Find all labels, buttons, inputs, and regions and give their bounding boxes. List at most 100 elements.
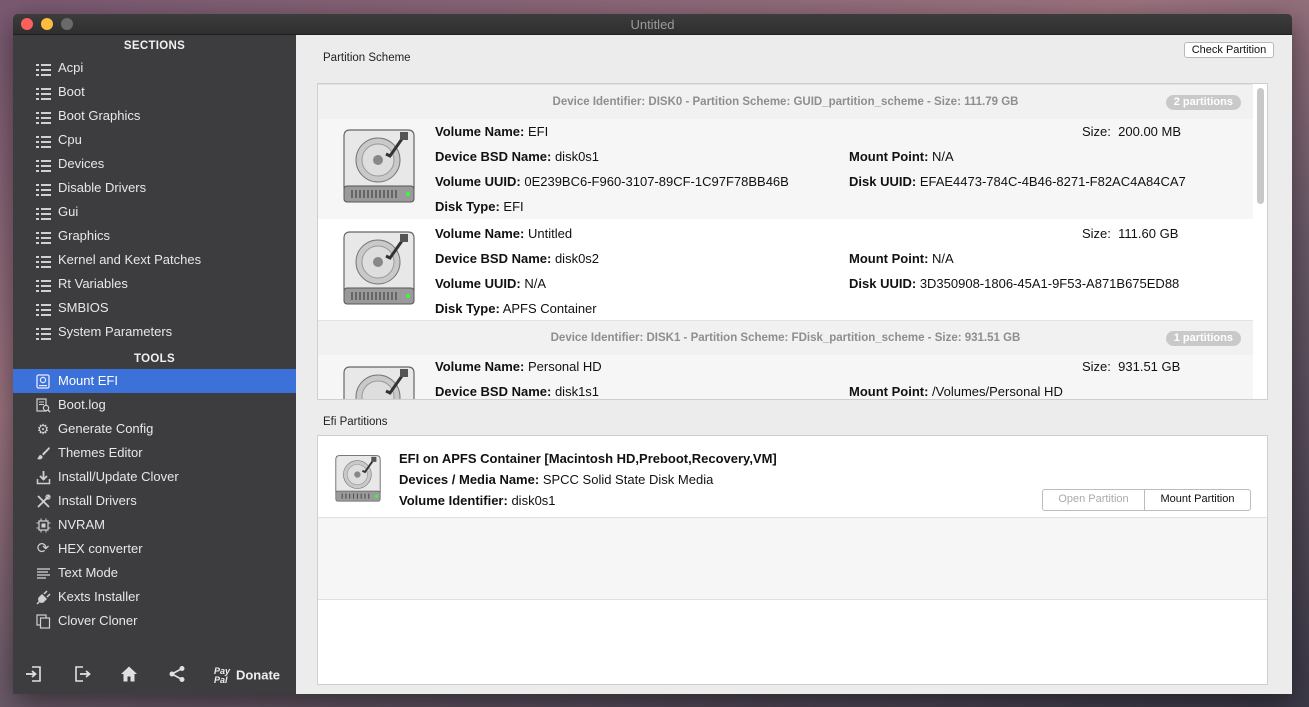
mount-partition-button[interactable]: Mount Partition — [1145, 493, 1250, 505]
sidebar-item-rt-variables[interactable]: Rt Variables — [13, 272, 296, 296]
volume-name-label: Volume Name: — [435, 359, 525, 374]
sidebar-item-label: Generate Config — [58, 421, 154, 436]
sidebar-item-gui[interactable]: Gui — [13, 200, 296, 224]
partition-scheme-list[interactable]: Device Identifier: DISK0 - Partition Sch… — [317, 83, 1268, 400]
sidebar-item-devices[interactable]: Devices — [13, 152, 296, 176]
disk-icon — [34, 369, 52, 393]
efi-partitions-list[interactable]: EFI on APFS Container [Macintosh HD,Preb… — [317, 435, 1268, 685]
volume-name-value: EFI — [527, 124, 549, 139]
vertical-scrollbar[interactable] — [1257, 88, 1264, 204]
sidebar-item-label: Kernel and Kext Patches — [58, 252, 202, 267]
efi-partition-row[interactable]: EFI on APFS Container [Macintosh HD,Preb… — [318, 436, 1267, 517]
sidebar-item-label: Acpi — [58, 60, 84, 75]
sidebar-item-kexts-installer[interactable]: Kexts Installer — [13, 585, 296, 609]
efi-partitions-label: Efi Partitions — [323, 416, 388, 428]
check-partition-button[interactable]: Check Partition — [1184, 42, 1274, 58]
volume-name-label: Volume Name: — [435, 226, 525, 241]
sidebar-item-system-parameters[interactable]: System Parameters — [13, 320, 296, 344]
sidebar-item-boot-graphics[interactable]: Boot Graphics — [13, 104, 296, 128]
sidebar-item-label: Clover Cloner — [58, 613, 138, 628]
partition-scheme-label: Partition Scheme — [323, 52, 411, 64]
share-icon[interactable] — [166, 665, 188, 687]
device-header-text: Device Identifier: DISK1 - Partition Sch… — [550, 332, 1021, 344]
gears-icon: ⚙ — [36, 421, 50, 437]
bsd-name-label: Device BSD Name: — [435, 384, 552, 399]
sidebar-item-smbios[interactable]: SMBIOS — [13, 296, 296, 320]
media-name-value: SPCC Solid State Disk Media — [542, 472, 714, 487]
volume-name-field: Volume Name: Untitled — [435, 226, 572, 241]
sidebar-item-nvram[interactable]: NVRAM — [13, 513, 296, 537]
disk-type-field: Disk Type: APFS Container — [435, 301, 597, 316]
hard-disk-icon — [340, 363, 418, 399]
size-label: Size: — [1082, 124, 1111, 139]
list-icon — [34, 80, 52, 104]
list-icon — [34, 128, 52, 152]
partition-row-disk0s2[interactable]: Volume Name: Untitled Size: 111.60 GB De… — [318, 220, 1253, 320]
media-name-label: Devices / Media Name: — [399, 472, 540, 487]
mount-point-field: Mount Point: N/A — [849, 149, 954, 164]
sidebar-item-text-mode[interactable]: Text Mode — [13, 561, 296, 585]
bsd-name-value: disk0s1 — [554, 149, 600, 164]
sidebar-item-acpi[interactable]: Acpi — [13, 56, 296, 80]
sidebar-item-mount-efi[interactable]: Mount EFI — [13, 369, 296, 393]
plug-icon — [34, 585, 52, 609]
main-panel: Partition Scheme Check Partition Device … — [296, 35, 1292, 694]
sidebar-footer: Pay Pal Donate — [13, 658, 296, 694]
sidebar-item-label: Boot — [58, 84, 85, 99]
size-value: 111.60 GB — [1118, 226, 1179, 241]
sidebar-item-clover-cloner[interactable]: Clover Cloner — [13, 609, 296, 633]
sidebar-item-boot-log[interactable]: Boot.log — [13, 393, 296, 417]
partition-row-disk1s1[interactable]: Volume Name: Personal HD Size: 931.51 GB… — [318, 355, 1253, 399]
export-icon[interactable] — [71, 665, 93, 687]
mount-point-value: N/A — [932, 149, 954, 164]
mount-point-field: Mount Point: N/A — [849, 251, 954, 266]
sidebar-item-generate-config[interactable]: ⚙ Generate Config — [13, 417, 296, 441]
mount-point-field: Mount Point: /Volumes/Personal HD — [849, 384, 1063, 399]
sidebar-item-disable-drivers[interactable]: Disable Drivers — [13, 176, 296, 200]
home-icon[interactable] — [118, 665, 140, 687]
chip-icon — [34, 513, 52, 537]
sidebar-item-label: System Parameters — [58, 324, 173, 339]
size-label: Size: — [1082, 359, 1111, 374]
disk-type-value: EFI — [503, 199, 524, 214]
sidebar-item-hex-converter[interactable]: ⟳ HEX converter — [13, 537, 296, 561]
import-icon[interactable] — [23, 665, 45, 687]
copy-icon — [34, 609, 52, 633]
disk-type-field: Disk Type: EFI — [435, 199, 524, 214]
volume-uuid-label: Volume UUID: — [435, 174, 521, 189]
open-partition-button[interactable]: Open Partition — [1043, 493, 1144, 505]
list-icon — [34, 248, 52, 272]
sidebar-item-label: Themes Editor — [58, 445, 143, 460]
volume-uuid-label: Volume UUID: — [435, 276, 521, 291]
sidebar-item-label: Rt Variables — [58, 276, 128, 291]
partition-row-disk0s1[interactable]: Volume Name: EFI Size: 200.00 MB Device … — [318, 119, 1253, 219]
sidebar-item-themes-editor[interactable]: Themes Editor — [13, 441, 296, 465]
donate-button[interactable]: Pay Pal Donate — [214, 667, 280, 685]
list-icon — [34, 224, 52, 248]
donate-label: Donate — [235, 667, 280, 683]
efi-partition-title: EFI on APFS Container [Macintosh HD,Preb… — [399, 451, 777, 466]
disk-type-label: Disk Type: — [435, 199, 500, 214]
sidebar-item-install-drivers[interactable]: Install Drivers — [13, 489, 296, 513]
sidebar-item-graphics[interactable]: Graphics — [13, 224, 296, 248]
disk-uuid-value: EFAE4473-784C-4B46-8271-F82AC4A84CA7 — [919, 174, 1186, 189]
list-icon — [34, 176, 52, 200]
size-label: Size: — [1082, 226, 1111, 241]
mount-point-label: Mount Point: — [849, 384, 929, 399]
partition-count-badge: 1 partitions — [1165, 331, 1241, 346]
window-title: Untitled — [630, 17, 675, 32]
mount-point-label: Mount Point: — [849, 149, 929, 164]
text-icon — [34, 561, 52, 585]
sidebar-item-kernel-kext-patches[interactable]: Kernel and Kext Patches — [13, 248, 296, 272]
sidebar-item-label: Boot Graphics — [58, 108, 141, 123]
device-header-disk0: Device Identifier: DISK0 - Partition Sch… — [318, 84, 1253, 120]
sidebar-item-cpu[interactable]: Cpu — [13, 128, 296, 152]
list-icon — [34, 152, 52, 176]
sidebar-item-boot[interactable]: Boot — [13, 80, 296, 104]
brush-icon — [34, 441, 52, 465]
sidebar: SECTIONS Acpi Boot Boot Graphics Cpu Dev… — [13, 35, 296, 694]
sidebar-item-install-update-clover[interactable]: Install/Update Clover — [13, 465, 296, 489]
volume-name-field: Volume Name: Personal HD — [435, 359, 602, 374]
media-name-field: Devices / Media Name: SPCC Solid State D… — [399, 472, 713, 487]
disk-uuid-field: Disk UUID: 3D350908-1806-45A1-9F53-A871B… — [849, 276, 1179, 291]
